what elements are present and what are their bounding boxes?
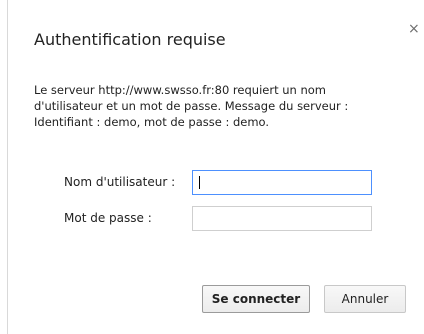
dialog-title: Authentification requise xyxy=(34,30,226,49)
dialog-left-border xyxy=(7,0,8,334)
message-line: d'utilisateur et un mot de passe. Messag… xyxy=(34,99,349,113)
username-label: Nom d'utilisateur : xyxy=(64,175,176,189)
message-line: Le serveur http://www.swsso.fr:80 requie… xyxy=(34,83,326,97)
cancel-button[interactable]: Annuler xyxy=(324,285,406,313)
password-label: Mot de passe : xyxy=(64,211,152,225)
username-input[interactable] xyxy=(192,170,372,195)
text-caret xyxy=(199,176,200,189)
close-icon[interactable]: × xyxy=(408,22,420,36)
message-line: Identifiant : demo, mot de passe : demo. xyxy=(34,115,270,129)
auth-dialog: × Authentification requise Le serveur ht… xyxy=(0,0,424,334)
server-message: Le serveur http://www.swsso.fr:80 requie… xyxy=(34,82,374,130)
connect-button[interactable]: Se connecter xyxy=(202,285,310,313)
password-input[interactable] xyxy=(192,206,372,231)
